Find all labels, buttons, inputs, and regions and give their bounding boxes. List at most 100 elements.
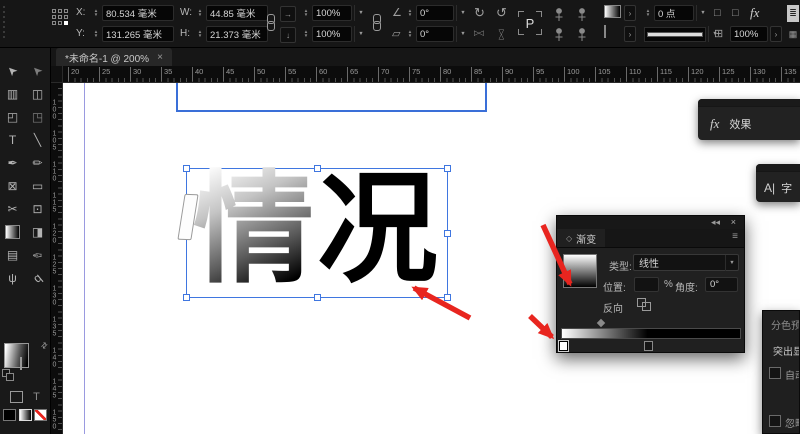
stroke-color-swatch[interactable] xyxy=(604,25,606,38)
selection-handle[interactable] xyxy=(444,165,451,172)
zoom-tool[interactable]: q xyxy=(27,267,49,288)
ignore-checkbox[interactable] xyxy=(769,415,781,427)
vertical-ruler[interactable]: 1 0 01 0 51 1 01 1 51 2 01 2 51 3 01 3 5… xyxy=(50,82,63,434)
view-options-icon[interactable]: ⋯ xyxy=(20,430,30,434)
scale-x-stepper[interactable] xyxy=(302,6,310,20)
control-bar-grip[interactable] xyxy=(2,6,10,40)
panel-state-icon[interactable]: ◇ xyxy=(566,234,572,243)
tab-close-icon[interactable]: × xyxy=(157,52,163,63)
rectangle-frame-tool[interactable]: ⊠ xyxy=(2,175,24,196)
shear-stepper[interactable] xyxy=(406,27,414,41)
formatting-affects-container-button[interactable] xyxy=(10,391,23,403)
collapse-panel-icon[interactable]: ◂◂ xyxy=(711,217,720,228)
panel-grip[interactable] xyxy=(698,99,800,107)
anchored-object-icons[interactable] xyxy=(552,6,596,42)
y-input[interactable]: 131.265 毫米 xyxy=(102,26,174,42)
refpoint-cell[interactable] xyxy=(52,9,56,13)
stop-position-input[interactable] xyxy=(634,277,659,292)
selection-handle[interactable] xyxy=(314,294,321,301)
refpoint-cell[interactable] xyxy=(64,9,68,13)
effects-fx-button[interactable]: fx xyxy=(750,5,759,21)
close-panel-icon[interactable]: × xyxy=(731,217,736,227)
control-panel-menu-icon[interactable]: ≣ xyxy=(787,5,799,22)
h-input[interactable]: 21.373 毫米 xyxy=(206,26,268,42)
selection-handle[interactable] xyxy=(183,294,190,301)
pen-tool[interactable]: ✒ xyxy=(2,152,24,173)
corner-options-icon[interactable]: □ xyxy=(714,5,721,21)
toolbar-fill-swatch[interactable] xyxy=(4,343,29,368)
toolbar-stroke-swatch[interactable] xyxy=(20,357,22,370)
refpoint-cell[interactable] xyxy=(52,15,56,19)
gradient-tab[interactable]: ◇ 渐变 xyxy=(557,229,605,247)
scale-y-stepper[interactable] xyxy=(302,27,310,41)
rectangle-tool[interactable]: ▭ xyxy=(27,175,49,196)
direct-selection-tool[interactable]: ➤ xyxy=(27,60,49,81)
scale-x-dropdown[interactable] xyxy=(354,5,367,21)
gradient-thumbnail[interactable] xyxy=(563,254,597,288)
stroke-dropdown[interactable]: › xyxy=(624,26,636,42)
x-input[interactable]: 80.534 毫米 xyxy=(102,5,174,21)
w-input[interactable]: 44.85 毫米 xyxy=(206,5,268,21)
corner-shape-icon[interactable]: □ xyxy=(732,5,739,21)
eyedropper-tool[interactable]: ✑ xyxy=(27,244,49,265)
panel-menu-icon[interactable]: ≡ xyxy=(732,231,738,242)
gradient-feather-tool[interactable]: ◨ xyxy=(27,221,49,242)
gradient-midpoint-marker[interactable] xyxy=(597,319,605,327)
flip-vertical-button[interactable]: ▷◁ xyxy=(492,30,508,39)
fill-color-swatch[interactable] xyxy=(604,5,621,18)
shear-input[interactable]: 0° xyxy=(416,26,454,42)
pencil-tool[interactable]: ✏ xyxy=(27,152,49,173)
gradient-stop-white[interactable] xyxy=(559,341,568,351)
gradient-angle-input[interactable]: 0° xyxy=(705,277,738,292)
reference-point-proxy[interactable] xyxy=(52,9,69,26)
selection-handle[interactable] xyxy=(183,165,190,172)
default-fill-stroke-icon[interactable] xyxy=(2,369,13,380)
type-tool[interactable]: T xyxy=(2,129,24,150)
shear-dropdown[interactable] xyxy=(456,26,469,42)
refpoint-cell[interactable] xyxy=(58,9,62,13)
flip-horizontal-button[interactable]: ▷◁ xyxy=(474,26,483,42)
gradient-stop-black[interactable] xyxy=(644,341,653,351)
auto-refresh-checkbox[interactable] xyxy=(769,367,781,379)
autosize-down-button[interactable]: ↓ xyxy=(280,27,296,43)
scale-y-dropdown[interactable] xyxy=(354,26,367,42)
swap-fill-stroke-icon[interactable]: ⇄ xyxy=(39,340,50,351)
stroke-weight-dropdown[interactable] xyxy=(696,5,709,21)
constrain-wh-link-icon[interactable] xyxy=(266,14,276,32)
h-stepper[interactable] xyxy=(196,27,204,41)
rotation-input[interactable]: 0° xyxy=(416,5,454,21)
opacity-dropdown[interactable]: › xyxy=(770,26,782,42)
autosize-right-button[interactable]: → xyxy=(280,6,296,22)
content-collector-tool[interactable]: ◰ xyxy=(2,106,24,127)
constrain-scale-link-icon[interactable] xyxy=(372,14,382,32)
rotate-ccw-button[interactable]: ↺ xyxy=(496,5,507,21)
x-stepper[interactable] xyxy=(92,6,100,20)
refpoint-cell[interactable] xyxy=(58,15,62,19)
margin-guide[interactable] xyxy=(84,82,85,434)
select-container-proxy[interactable]: P xyxy=(518,11,542,35)
separations-preview-panel[interactable]: 分色预览 突出显示 自动刷新 忽略跨页 xyxy=(762,310,800,434)
selection-tool[interactable]: ➤ xyxy=(2,60,24,81)
gap-tool[interactable]: ◫ xyxy=(27,83,49,104)
stroke-weight-input[interactable]: 0 点 xyxy=(654,5,694,21)
rotation-dropdown[interactable] xyxy=(456,5,469,21)
selection-handle[interactable] xyxy=(444,294,451,301)
rotation-stepper[interactable] xyxy=(406,6,414,20)
selection-handle[interactable] xyxy=(314,165,321,172)
selection-handle[interactable] xyxy=(444,230,451,237)
formatting-affects-text-button[interactable]: T xyxy=(33,391,40,403)
reverse-gradient-icon[interactable] xyxy=(637,298,651,311)
gradient-panel[interactable]: ◂◂ × ◇ 渐变 ≡ 类型: 线性 位置: % 角度: 0° 反向 xyxy=(556,215,745,353)
scissors-tool[interactable]: ✂ xyxy=(2,198,24,219)
scale-y-input[interactable]: 100% xyxy=(312,26,352,42)
gradient-type-select[interactable]: 线性 xyxy=(633,254,739,271)
fill-dropdown[interactable]: › xyxy=(624,5,636,21)
gradient-swatch-tool[interactable] xyxy=(2,221,24,242)
panel-list-icon[interactable]: ▦ xyxy=(787,26,799,43)
w-stepper[interactable] xyxy=(196,6,204,20)
fit-frame-icon[interactable]: ⊞ xyxy=(714,26,723,42)
headline-text[interactable]: 情况 xyxy=(193,159,453,299)
apply-none-button[interactable] xyxy=(34,409,47,421)
refpoint-cell[interactable] xyxy=(52,21,56,25)
line-tool[interactable]: ╲ xyxy=(27,129,49,150)
